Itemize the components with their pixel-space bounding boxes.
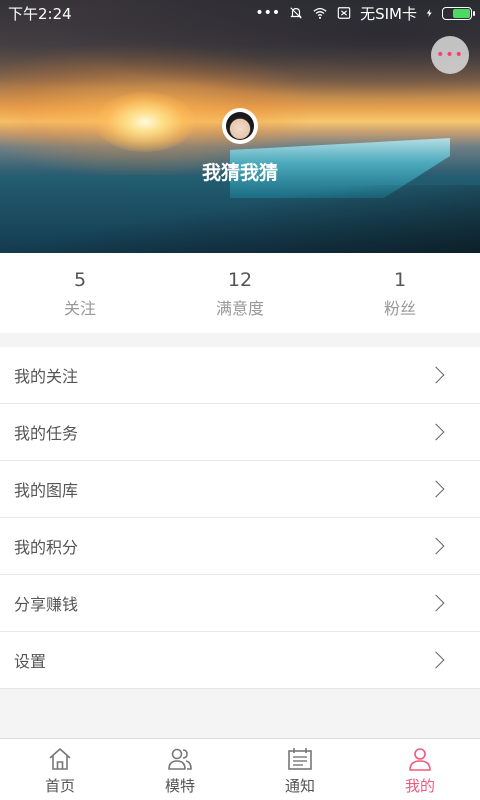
carrier-label: 无SIM卡: [360, 4, 417, 23]
stat-satisfaction[interactable]: 12 满意度: [160, 253, 320, 333]
chevron-right-icon: [427, 651, 445, 669]
menu-item-share-earn[interactable]: 分享赚钱: [0, 575, 480, 632]
menu-item-my-points[interactable]: 我的积分: [0, 518, 480, 575]
stat-following[interactable]: 5 关注: [0, 253, 160, 333]
menu-item-my-follows[interactable]: 我的关注: [0, 347, 480, 404]
nav-item-models[interactable]: 模特: [120, 739, 240, 800]
users-icon: [168, 748, 192, 770]
status-time: 下午2:24: [8, 4, 72, 23]
nav-label: 通知: [284, 777, 315, 795]
chevron-right-icon: [427, 537, 445, 555]
nav-label: 模特: [164, 777, 195, 795]
username: 我猜我猜: [201, 162, 278, 184]
charging-icon: [426, 9, 432, 17]
stat-value: 1: [393, 269, 407, 291]
stat-value: 5: [73, 269, 87, 291]
menu-item-my-tasks[interactable]: 我的任务: [0, 404, 480, 461]
mute-icon: [290, 7, 302, 19]
wifi-icon: [313, 7, 327, 19]
profile-menu: 我的关注 我的任务 我的图库 我的积分 分享赚钱 设置: [0, 347, 480, 689]
bottom-nav: 首页 模特 通知 我的: [0, 738, 480, 800]
chevron-right-icon: [427, 366, 445, 384]
notice-icon: [288, 748, 312, 770]
nav-item-mine[interactable]: 我的: [360, 739, 480, 800]
chevron-right-icon: [427, 423, 445, 441]
menu-item-label: 我的图库: [14, 481, 79, 500]
home-icon: [49, 748, 71, 770]
nav-item-home[interactable]: 首页: [0, 739, 120, 800]
chevron-right-icon: [427, 480, 445, 498]
more-notifications-icon: •••: [255, 5, 281, 21]
more-dots-icon: •••: [436, 47, 464, 63]
sim-icon: [337, 7, 351, 19]
stat-value: 12: [227, 269, 253, 291]
chevron-right-icon: [427, 594, 445, 612]
user-icon: [409, 748, 431, 771]
menu-item-label: 分享赚钱: [14, 595, 79, 614]
menu-item-label: 我的积分: [14, 538, 79, 557]
menu-item-label: 设置: [14, 652, 47, 671]
nav-label: 首页: [44, 777, 75, 795]
stat-label: 粉丝: [383, 299, 416, 318]
menu-item-label: 我的关注: [14, 367, 79, 386]
nav-item-notices[interactable]: 通知: [240, 739, 360, 800]
menu-item-label: 我的任务: [14, 424, 79, 443]
more-options-button[interactable]: •••: [431, 36, 469, 74]
nav-label: 我的: [404, 777, 435, 795]
battery-icon: [442, 6, 475, 20]
avatar[interactable]: [222, 108, 258, 144]
stat-label: 关注: [63, 299, 96, 318]
stat-label: 满意度: [215, 299, 264, 318]
menu-item-settings[interactable]: 设置: [0, 632, 480, 689]
profile-stats: 5 关注 12 满意度 1 粉丝: [0, 253, 480, 333]
status-bar: 下午2:24 ••• 无SIM卡: [0, 0, 480, 26]
menu-item-my-gallery[interactable]: 我的图库: [0, 461, 480, 518]
stat-fans[interactable]: 1 粉丝: [320, 253, 480, 333]
